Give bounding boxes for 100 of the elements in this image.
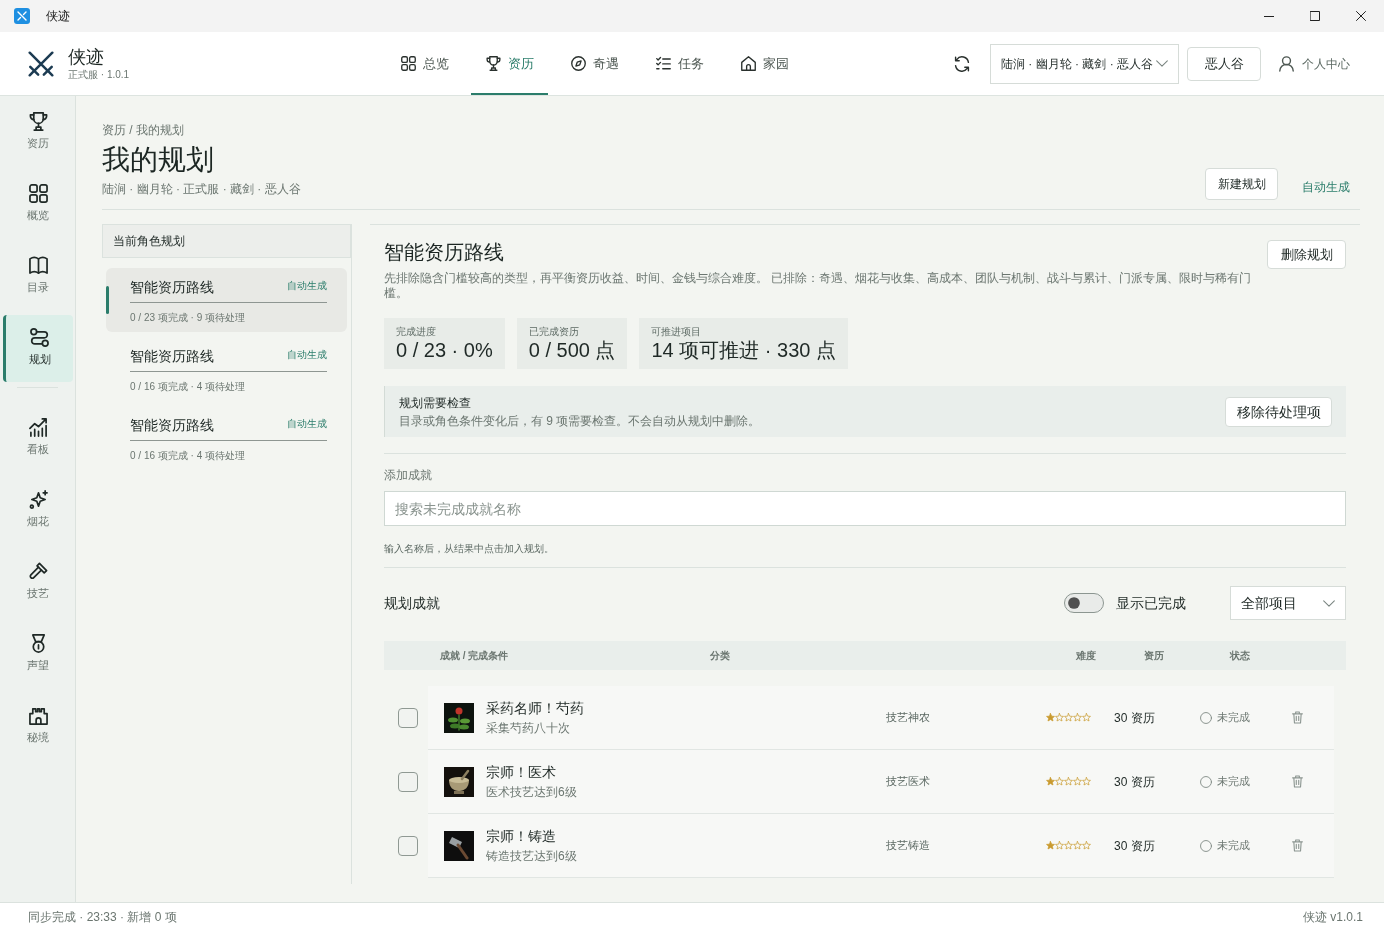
status-circle-icon [1200, 839, 1212, 852]
auto-generate-link[interactable]: 自动生成 [1302, 178, 1350, 196]
status-text: 未完成 [1217, 838, 1250, 854]
star-empty-icon [1082, 841, 1091, 850]
sidebar-item[interactable]: 技艺 [3, 549, 73, 616]
star-filled-icon [1046, 841, 1055, 850]
status-bar-text: 同步完成 · 23:33 · 新增 0 项 [28, 909, 177, 926]
star-empty-icon [1064, 777, 1073, 786]
home-icon [740, 56, 756, 71]
row-checkbox[interactable] [398, 708, 418, 728]
reward-cell-text: 30 资历 [1114, 837, 1156, 855]
compass-icon [570, 56, 586, 71]
page-subtitle: 陆涧 · 幽月轮 · 正式服 · 藏剑 · 恶人谷 [102, 181, 301, 197]
stat-value: 0 / 500 点 [528, 338, 616, 363]
sidebar-item[interactable]: 概览 [3, 171, 73, 238]
remove-pending-button[interactable]: 移除待处理项 [1225, 397, 1332, 427]
nav-tab[interactable]: 家园 [726, 32, 803, 95]
status-text: 未完成 [1217, 774, 1250, 790]
delete-plan-button[interactable]: 删除规划 [1267, 240, 1346, 269]
stat-label: 可推进项目 [651, 325, 703, 338]
chevron-down-icon [1156, 60, 1168, 67]
notice-title: 规划需要检查 [399, 395, 472, 411]
achievement-row[interactable]: 采药名师！芍药 采集芍药八十次 技艺神农 30 资历 未完成 [428, 686, 1334, 750]
grid-icon [400, 56, 416, 71]
route-icon [30, 328, 49, 347]
minimize-icon[interactable] [1264, 15, 1274, 17]
column-header: 成就 / 完成条件 [440, 649, 510, 663]
search-field[interactable]: 搜索未完成成就名称 [384, 491, 1346, 526]
stat-label: 已完成资历 [528, 325, 580, 338]
column-header: 分类 [710, 649, 731, 663]
category-cell-text: 技艺铸造 [886, 838, 931, 854]
refresh-icon[interactable] [954, 55, 970, 72]
field-hint: 输入名称后，从结果中点击加入规划。 [384, 542, 555, 556]
close-icon[interactable] [1356, 11, 1366, 21]
achievement-name: 采药名师！芍药 [486, 699, 585, 717]
checklist-icon [655, 56, 671, 71]
plan-summary: 0 / 16 项完成 · 4 项待处理 [130, 449, 247, 463]
category-cell-text: 技艺神农 [886, 710, 931, 726]
chevron-down-icon [1323, 599, 1335, 607]
category-cell-text: 技艺医术 [886, 774, 931, 790]
sidebar-item[interactable]: 目录 [3, 243, 73, 310]
plan-tag: 自动生成 [287, 347, 327, 362]
column-header: 资历 [1144, 649, 1165, 663]
maximize-icon[interactable] [1310, 11, 1320, 21]
status-circle-icon [1200, 775, 1212, 788]
breadcrumb: 资历 / 我的规划 [102, 122, 185, 138]
sparkle-icon [28, 490, 48, 509]
sidebar-item[interactable]: 秘境 [3, 693, 73, 760]
hammer-drawing [444, 830, 474, 861]
version-text: 侠迹 v1.0.1 [1302, 909, 1363, 926]
plan-tag: 自动生成 [287, 416, 327, 431]
nav-tab[interactable]: 任务 [641, 32, 718, 95]
chart-icon [28, 418, 48, 437]
new-plan-button[interactable]: 新建规划 [1205, 168, 1278, 200]
row-checkbox[interactable] [398, 836, 418, 856]
star-empty-icon [1073, 777, 1082, 786]
plan-item[interactable]: 智能资历路线 自动生成 0 / 23 项完成 · 9 项待处理 [106, 268, 347, 332]
panel-header: 当前角色规划 [102, 224, 351, 258]
plan-item[interactable]: 智能资历路线 自动生成 0 / 16 项完成 · 4 项待处理 [106, 406, 347, 470]
character-select[interactable]: 陆涧 · 幽月轮 · 藏剑 · 恶人谷 [990, 43, 1179, 84]
achievement-row[interactable]: 宗师！医术 医术技艺达到6级 技艺医术 30 资历 未完成 [428, 750, 1334, 814]
plan-summary: 0 / 16 项完成 · 4 项待处理 [130, 380, 247, 394]
column-header: 状态 [1230, 649, 1251, 663]
show-completed-toggle[interactable] [1064, 593, 1104, 613]
nav-tab[interactable]: 资历 [471, 32, 548, 95]
achievement-row[interactable]: 宗师！铸造 铸造技艺达到6级 技艺铸造 30 资历 未完成 [428, 814, 1334, 878]
castle-icon [28, 706, 48, 725]
nav-tab[interactable]: 奇遇 [556, 32, 633, 95]
plan-summary: 0 / 23 项完成 · 9 项待处理 [130, 311, 247, 325]
sidebar-item[interactable]: 声望 [3, 621, 73, 688]
star-empty-icon [1082, 777, 1091, 786]
achievement-condition: 采集芍药八十次 [486, 720, 571, 736]
star-filled-icon [1046, 713, 1055, 722]
crossed-swords-icon [28, 50, 54, 77]
achievement-name: 宗师！铸造 [486, 827, 557, 845]
sidebar-item[interactable]: 烟花 [3, 477, 73, 544]
selection-indicator [106, 286, 109, 314]
plan-item[interactable]: 智能资历路线 自动生成 0 / 16 项完成 · 4 项待处理 [106, 337, 347, 401]
app-name: 侠迹 [68, 46, 105, 68]
trash-icon[interactable] [1292, 711, 1303, 724]
sidebar-item[interactable]: 资历 [3, 99, 73, 166]
nav-tab[interactable]: 总览 [386, 32, 463, 95]
row-checkbox[interactable] [398, 772, 418, 792]
stat-value: 0 / 23 · 0% [396, 338, 493, 363]
reward-cell-text: 30 资历 [1114, 709, 1156, 727]
status-text: 未完成 [1217, 710, 1250, 726]
trash-icon[interactable] [1292, 839, 1303, 852]
sidebar-item[interactable]: 看板 [3, 405, 73, 472]
stat-value: 14 项可推进 · 330 点 [651, 338, 836, 363]
window-title: 侠迹 [46, 8, 70, 25]
star-empty-icon [1082, 713, 1091, 722]
herb-drawing [444, 702, 474, 733]
sidebar-item[interactable]: 规划 [3, 315, 73, 382]
filter-select[interactable]: 全部项目 [1230, 586, 1346, 620]
app-icon [14, 8, 30, 24]
page-title: 我的规划 [102, 143, 215, 177]
plan-name: 智能资历路线 [130, 346, 214, 366]
profile-link[interactable]: 个人中心 [1279, 54, 1350, 73]
camp-button[interactable]: 恶人谷 [1187, 46, 1261, 81]
trash-icon[interactable] [1292, 775, 1303, 788]
